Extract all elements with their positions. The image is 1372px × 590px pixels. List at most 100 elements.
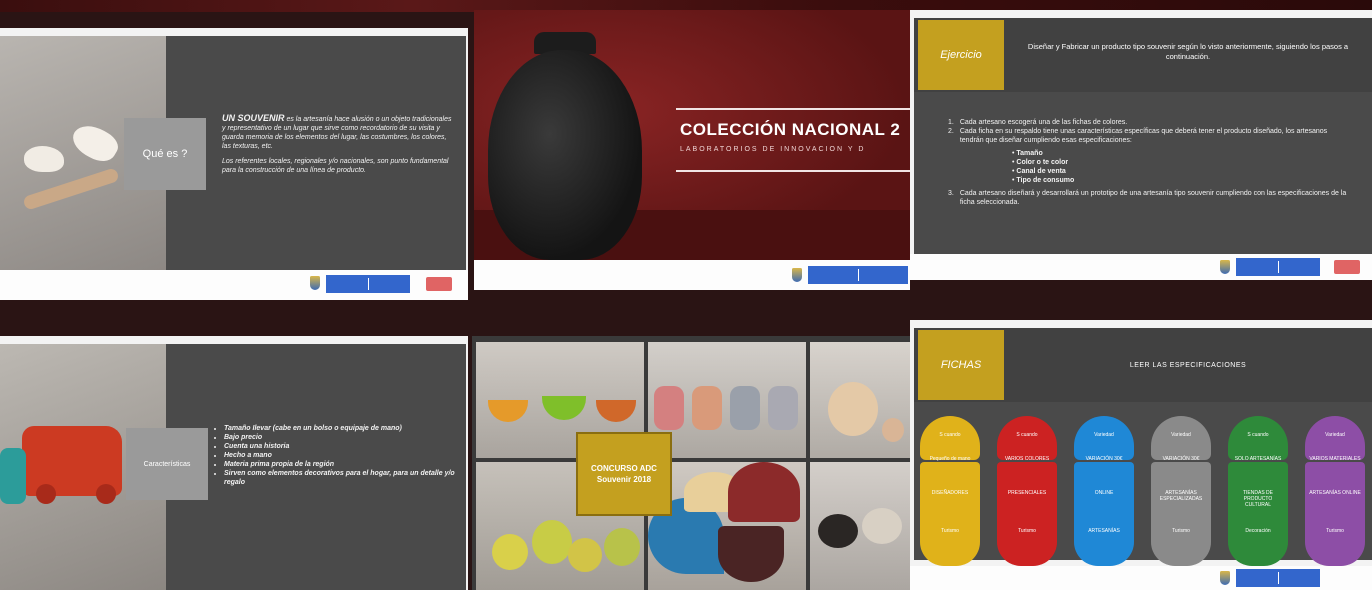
ficha-card-label: S cuando [1247, 432, 1269, 438]
caracteristicas-box: Características [126, 428, 208, 500]
concurso-badge: CONCURSO ADC Souvenir 2018 [576, 432, 672, 516]
ficha-card-label: PRESENCIALES [1007, 490, 1047, 496]
photo-cell-sheep [810, 462, 910, 590]
ficha-card-body [1228, 462, 1288, 566]
ficha-card-label: Turismo [941, 528, 959, 534]
ficha-card-label: Variedad [1171, 432, 1191, 438]
ficha-card-label: SOLO ARTESANÍAS [1234, 456, 1282, 462]
slide-caracteristicas[interactable]: Características Tamaño Ilevar (cabe en u… [0, 336, 468, 590]
ficha-card-label: Turismo [1172, 528, 1190, 534]
bird-figurine-image [16, 118, 126, 211]
ficha-card[interactable]: S cuando Pequeño de mano DISEÑADORES Turism… [920, 416, 980, 566]
slide-souvenir[interactable]: Qué es ? UN SOUVENIR es la artesanía hac… [0, 28, 468, 300]
ficha-card-label: ARTESANÍAS ESPECIALIZADAS [1159, 490, 1203, 502]
ficha-card-label: Turismo [1018, 528, 1036, 534]
fichas-heading: LEER LAS ESPECIFICACIONES [1129, 362, 1247, 369]
fichas-tag-label: FICHAS [940, 359, 982, 371]
ficha-card-body [1151, 462, 1211, 566]
bullet-item: • Color o te color [1012, 159, 1069, 166]
ficha-card-cap [1151, 416, 1211, 460]
slide-ejercicio[interactable]: Ejercicio Diseñar y Fabricar un producto… [910, 10, 1372, 280]
ejercicio-body: 1. Cada artesano escogerá una de las fich… [948, 118, 1348, 207]
ficha-card[interactable]: S cuando SOLO ARTESANÍAS TIENDAS DE PRODUC… [1228, 416, 1288, 566]
list-item: Hecho a mano [224, 451, 460, 460]
ficha-card-label: VARIACIÓN 30€ [1162, 456, 1200, 462]
bus-wheel-icon [36, 484, 56, 504]
slide-concurso[interactable]: CONCURSO ADC Souvenir 2018 [472, 336, 910, 590]
ejercicio-step-1: 1. Cada artesano escogerá una de las fich… [948, 119, 1128, 126]
photo-cell-shells [810, 342, 910, 458]
que-es-label: Qué es ? [142, 148, 188, 160]
fichas-cards-row: S cuando Pequeño de mano DISEÑADORES Turism… [916, 416, 1372, 566]
slide-footer [910, 254, 1372, 280]
colombia-shield-icon [310, 276, 320, 290]
ficha-card-cap [1228, 416, 1288, 460]
fichas-tag: FICHAS [918, 330, 1004, 400]
souvenir-body: UN SOUVENIR es la artesanía hace alusión… [222, 114, 452, 175]
gov-logo-icon [1236, 258, 1320, 276]
ficha-card-label: Pequeño de mano [929, 456, 971, 462]
ficha-card-label: ONLINE [1094, 490, 1114, 496]
ficha-card-label: TIENDAS DE PRODUCTO CULTURAL [1242, 490, 1273, 508]
cover-title: COLECCIÓN NACIONAL 2 [680, 120, 901, 139]
ficha-card-body [1074, 462, 1134, 566]
ficha-card-cap [1074, 416, 1134, 460]
ficha-card-body [920, 462, 980, 566]
ficha-card-label: VARIOS MATERIALES [1309, 456, 1361, 462]
ejercicio-tag-label: Ejercicio [940, 49, 982, 61]
ejercicio-step-3: 3. Cada artesano diseñará y desarrollará … [948, 190, 1347, 206]
ficha-card-label: VARIOS COLORES [1004, 456, 1050, 462]
colombia-shield-icon [1220, 571, 1230, 585]
ficha-card[interactable]: S cuando VARIOS COLORES PRESENCIALES Turism… [997, 416, 1057, 566]
list-item: Cuenta una historia [224, 442, 460, 451]
ejercicio-tag: Ejercicio [918, 20, 1004, 90]
cover-title-rule-bottom [676, 170, 910, 172]
ficha-card-body [1305, 462, 1365, 566]
list-item: Bajo precio [224, 433, 460, 442]
ejercicio-bullets: • Tamaño • Color o te color • Canal de v… [1012, 149, 1348, 185]
cover-title-rule-top [676, 108, 910, 110]
ficha-card-cap [1305, 416, 1365, 460]
ficha-card[interactable]: Variedad VARIACIÓN 30€ ARTESANÍAS ESPECIAL… [1151, 416, 1211, 566]
ficha-card[interactable]: Variedad VARIOS MATERIALES ARTESANÍAS ONLI… [1305, 416, 1365, 566]
ficha-card-label: Decoración [1245, 528, 1271, 534]
ficha-card-label: DISEÑADORES [931, 490, 969, 496]
ficha-card-label: S cuando [939, 432, 961, 438]
slide-cover[interactable]: COLECCIÓN NACIONAL 2 LABORATORIOS DE INN… [474, 10, 910, 290]
slide-footer [0, 270, 468, 300]
gov-logo-icon [326, 275, 410, 293]
bus-wheel-icon [96, 484, 116, 504]
ficha-card-label: ARTESANÍAS ONLINE [1309, 490, 1361, 496]
ejercicio-step-2: 2. Cada ficha en su respaldo tiene unas c… [948, 128, 1328, 144]
bullet-item: • Tipo de consumo [1012, 177, 1075, 184]
list-item: Tamaño Ilevar (cabe en un bolso o equipa… [224, 424, 460, 433]
ejercicio-heading: Diseñar y Fabricar un producto tipo souv… [1027, 42, 1349, 61]
list-item: Sirven como elementos decorativos para e… [224, 469, 460, 487]
gov-logo-icon [808, 266, 908, 284]
cover-subtitle: LABORATORIOS DE INNOVACIÓN Y D [680, 146, 866, 153]
ficha-card[interactable]: Variedad VARIACIÓN 30€ ONLINE ARTESANÍAS [1074, 416, 1134, 566]
souvenir-para2: Los referentes locales, regionales y/o n… [222, 158, 449, 174]
que-es-box: Qué es ? [124, 118, 206, 190]
slide-footer [474, 260, 910, 290]
colombia-shield-icon [1220, 260, 1230, 274]
gov-logo-icon [1236, 569, 1320, 587]
ficha-card-label: Turismo [1326, 528, 1344, 534]
bullet-item: • Canal de venta [1012, 168, 1066, 175]
ficha-card-cap [920, 416, 980, 460]
concurso-label: CONCURSO ADC Souvenir 2018 [591, 464, 657, 484]
slide-footer [910, 566, 1372, 590]
caracteristicas-label: Características [143, 460, 191, 468]
slide-fichas[interactable]: FICHAS LEER LAS ESPECIFICACIONES S cuand… [910, 320, 1372, 590]
ficha-card-label: VARIACIÓN 30€ [1085, 456, 1123, 462]
black-vase-image [488, 32, 642, 264]
bullet-item: • Tamaño [1012, 150, 1043, 157]
red-logo-icon [1334, 260, 1360, 274]
caracteristicas-list: Tamaño Ilevar (cabe en un bolso o equipa… [212, 424, 460, 487]
souvenir-heading: UN SOUVENIR [222, 113, 285, 123]
ficha-card-label: S cuando [1016, 432, 1038, 438]
ficha-card-cap [997, 416, 1057, 460]
ficha-card-label: Variedad [1325, 432, 1345, 438]
ficha-card-label: Variedad [1094, 432, 1114, 438]
ficha-card-label: ARTESANÍAS [1088, 528, 1120, 534]
